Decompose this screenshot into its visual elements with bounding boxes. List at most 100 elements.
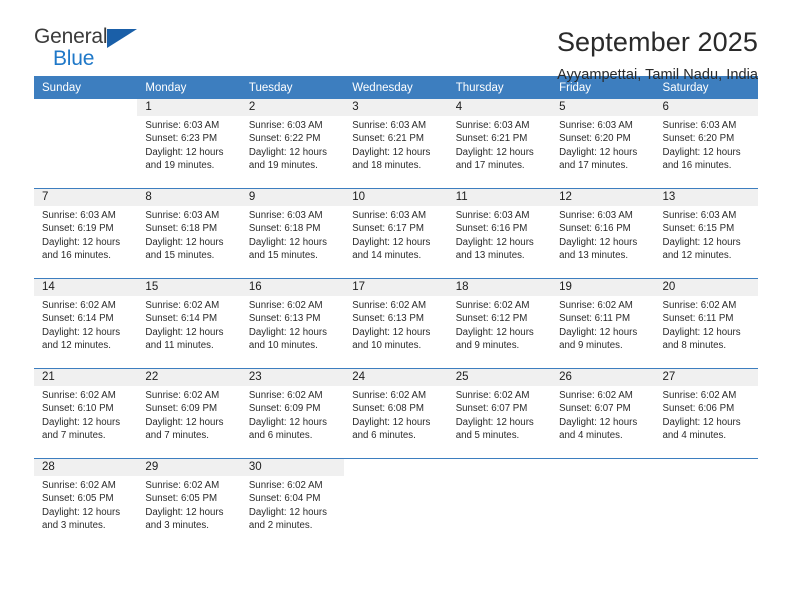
page-header: General Blue September 2025 Ayyampettai,…: [0, 0, 792, 83]
daylight-text-line1: Daylight: 12 hours: [662, 146, 741, 158]
sunset-text: Sunset: 6:19 PM: [42, 223, 114, 235]
day-cell[interactable]: 8 Sunrise: 6:03 AM Sunset: 6:18 PM Dayli…: [137, 189, 241, 278]
day-details: Sunrise: 6:03 AM Sunset: 6:17 PM Dayligh…: [344, 206, 447, 262]
sunrise-text: Sunrise: 6:02 AM: [42, 300, 116, 311]
day-number: 10: [344, 189, 448, 206]
sunrise-text: Sunrise: 6:03 AM: [662, 210, 737, 221]
sunset-text: Sunset: 6:05 PM: [145, 493, 218, 505]
day-number: 13: [654, 189, 758, 206]
day-details: Sunrise: 6:03 AM Sunset: 6:15 PM Dayligh…: [655, 206, 758, 262]
day-number: 28: [34, 459, 138, 476]
day-number: 27: [654, 369, 758, 386]
day-number: [654, 459, 758, 476]
day-details: [655, 476, 758, 479]
day-cell[interactable]: 26 Sunrise: 6:02 AM Sunset: 6:07 PM Dayl…: [551, 369, 655, 458]
daylight-text-line2: and 3 minutes.: [145, 519, 209, 531]
daylight-text-line2: and 16 minutes.: [42, 249, 111, 261]
day-cell[interactable]: 21 Sunrise: 6:02 AM Sunset: 6:10 PM Dayl…: [34, 369, 138, 458]
daylight-text-line1: Daylight: 12 hours: [145, 506, 224, 518]
day-cell[interactable]: 17 Sunrise: 6:02 AM Sunset: 6:13 PM Dayl…: [344, 279, 448, 368]
day-cell[interactable]: 22 Sunrise: 6:02 AM Sunset: 6:09 PM Dayl…: [137, 369, 241, 458]
sunrise-text: Sunrise: 6:02 AM: [248, 300, 323, 311]
daylight-text-line1: Daylight: 12 hours: [42, 506, 121, 518]
sunset-text: Sunset: 6:13 PM: [352, 313, 424, 325]
daylight-text-line2: and 12 minutes.: [42, 339, 111, 351]
daylight-text-line2: and 9 minutes.: [559, 339, 623, 351]
day-details: Sunrise: 6:02 AM Sunset: 6:13 PM Dayligh…: [241, 296, 344, 352]
day-details: Sunrise: 6:02 AM Sunset: 6:07 PM Dayligh…: [448, 386, 551, 442]
daylight-text-line1: Daylight: 12 hours: [248, 326, 327, 338]
generalblue-logo[interactable]: General Blue: [34, 26, 146, 76]
day-details: Sunrise: 6:03 AM Sunset: 6:16 PM Dayligh…: [448, 206, 551, 262]
day-cell[interactable]: 11 Sunrise: 6:03 AM Sunset: 6:16 PM Dayl…: [447, 189, 552, 278]
day-number: 14: [34, 279, 138, 296]
day-cell[interactable]: 19 Sunrise: 6:02 AM Sunset: 6:11 PM Dayl…: [551, 279, 655, 368]
day-details: Sunrise: 6:02 AM Sunset: 6:13 PM Dayligh…: [344, 296, 447, 352]
day-details: Sunrise: 6:03 AM Sunset: 6:18 PM Dayligh…: [137, 206, 240, 262]
sunrise-text: Sunrise: 6:03 AM: [248, 210, 323, 221]
day-number: 21: [34, 369, 138, 386]
sunrise-text: Sunrise: 6:03 AM: [145, 210, 220, 221]
day-details: Sunrise: 6:02 AM Sunset: 6:04 PM Dayligh…: [241, 476, 344, 532]
sunset-text: Sunset: 6:05 PM: [42, 493, 114, 505]
daylight-text-line2: and 5 minutes.: [455, 429, 520, 441]
sunrise-text: Sunrise: 6:02 AM: [248, 480, 323, 491]
sunset-text: Sunset: 6:22 PM: [248, 133, 321, 145]
day-cell[interactable]: 3 Sunrise: 6:03 AM Sunset: 6:21 PM Dayli…: [344, 99, 448, 188]
day-cell[interactable]: 13 Sunrise: 6:03 AM Sunset: 6:15 PM Dayl…: [654, 189, 758, 278]
day-number: [551, 459, 655, 476]
day-cell: [654, 459, 758, 548]
sunrise-text: Sunrise: 6:02 AM: [559, 390, 633, 401]
day-cell[interactable]: 30 Sunrise: 6:02 AM Sunset: 6:04 PM Dayl…: [240, 459, 345, 548]
daylight-text-line1: Daylight: 12 hours: [662, 416, 741, 428]
day-cell[interactable]: 28 Sunrise: 6:02 AM Sunset: 6:05 PM Dayl…: [34, 459, 138, 548]
day-cell: [551, 459, 655, 548]
day-number: 23: [240, 369, 345, 386]
day-cell[interactable]: 10 Sunrise: 6:03 AM Sunset: 6:17 PM Dayl…: [344, 189, 448, 278]
week-row: 7 Sunrise: 6:03 AM Sunset: 6:19 PM Dayli…: [34, 188, 758, 278]
day-cell[interactable]: 24 Sunrise: 6:02 AM Sunset: 6:08 PM Dayl…: [344, 369, 448, 458]
daylight-text-line1: Daylight: 12 hours: [352, 416, 431, 428]
day-number: 5: [551, 99, 655, 116]
sunset-text: Sunset: 6:04 PM: [248, 493, 321, 505]
day-cell[interactable]: 23 Sunrise: 6:02 AM Sunset: 6:09 PM Dayl…: [240, 369, 345, 458]
day-cell[interactable]: 29 Sunrise: 6:02 AM Sunset: 6:05 PM Dayl…: [137, 459, 241, 548]
day-cell[interactable]: 12 Sunrise: 6:03 AM Sunset: 6:16 PM Dayl…: [551, 189, 655, 278]
day-cell[interactable]: 9 Sunrise: 6:03 AM Sunset: 6:18 PM Dayli…: [240, 189, 345, 278]
daylight-text-line2: and 14 minutes.: [352, 249, 422, 261]
daylight-text-line2: and 7 minutes.: [145, 429, 209, 441]
day-cell[interactable]: 7 Sunrise: 6:03 AM Sunset: 6:19 PM Dayli…: [34, 189, 138, 278]
sunset-text: Sunset: 6:06 PM: [662, 403, 735, 415]
daylight-text-line1: Daylight: 12 hours: [662, 326, 741, 338]
day-number: 22: [137, 369, 241, 386]
sunrise-text: Sunrise: 6:02 AM: [455, 300, 530, 311]
week-row: 14 Sunrise: 6:02 AM Sunset: 6:14 PM Dayl…: [34, 278, 758, 368]
logo-triangle-icon: [107, 29, 137, 48]
day-cell[interactable]: 6 Sunrise: 6:03 AM Sunset: 6:20 PM Dayli…: [654, 99, 758, 188]
day-details: Sunrise: 6:03 AM Sunset: 6:20 PM Dayligh…: [655, 116, 758, 172]
day-cell[interactable]: 18 Sunrise: 6:02 AM Sunset: 6:12 PM Dayl…: [447, 279, 552, 368]
day-cell[interactable]: 25 Sunrise: 6:02 AM Sunset: 6:07 PM Dayl…: [447, 369, 552, 458]
day-cell[interactable]: 1 Sunrise: 6:03 AM Sunset: 6:23 PM Dayli…: [137, 99, 241, 188]
sunset-text: Sunset: 6:10 PM: [42, 403, 114, 415]
day-cell[interactable]: 15 Sunrise: 6:02 AM Sunset: 6:14 PM Dayl…: [137, 279, 241, 368]
sunrise-text: Sunrise: 6:02 AM: [145, 480, 220, 491]
week-row: 21 Sunrise: 6:02 AM Sunset: 6:10 PM Dayl…: [34, 368, 758, 458]
daylight-text-line2: and 17 minutes.: [559, 159, 629, 171]
daylight-text-line2: and 10 minutes.: [352, 339, 422, 351]
weekday-header-wednesday: Wednesday: [352, 82, 413, 94]
day-cell[interactable]: 5 Sunrise: 6:03 AM Sunset: 6:20 PM Dayli…: [551, 99, 655, 188]
day-number: [447, 459, 552, 476]
sunset-text: Sunset: 6:17 PM: [352, 223, 424, 235]
daylight-text-line1: Daylight: 12 hours: [455, 236, 534, 248]
day-cell[interactable]: 16 Sunrise: 6:02 AM Sunset: 6:13 PM Dayl…: [240, 279, 345, 368]
day-cell[interactable]: 20 Sunrise: 6:02 AM Sunset: 6:11 PM Dayl…: [654, 279, 758, 368]
day-cell[interactable]: 27 Sunrise: 6:02 AM Sunset: 6:06 PM Dayl…: [654, 369, 758, 458]
daylight-text-line2: and 19 minutes.: [248, 159, 318, 171]
day-cell[interactable]: 14 Sunrise: 6:02 AM Sunset: 6:14 PM Dayl…: [34, 279, 138, 368]
day-cell[interactable]: 4 Sunrise: 6:03 AM Sunset: 6:21 PM Dayli…: [447, 99, 552, 188]
day-number: 25: [447, 369, 552, 386]
daylight-text-line2: and 19 minutes.: [145, 159, 215, 171]
day-number: 24: [344, 369, 448, 386]
day-cell[interactable]: 2 Sunrise: 6:03 AM Sunset: 6:22 PM Dayli…: [240, 99, 345, 188]
